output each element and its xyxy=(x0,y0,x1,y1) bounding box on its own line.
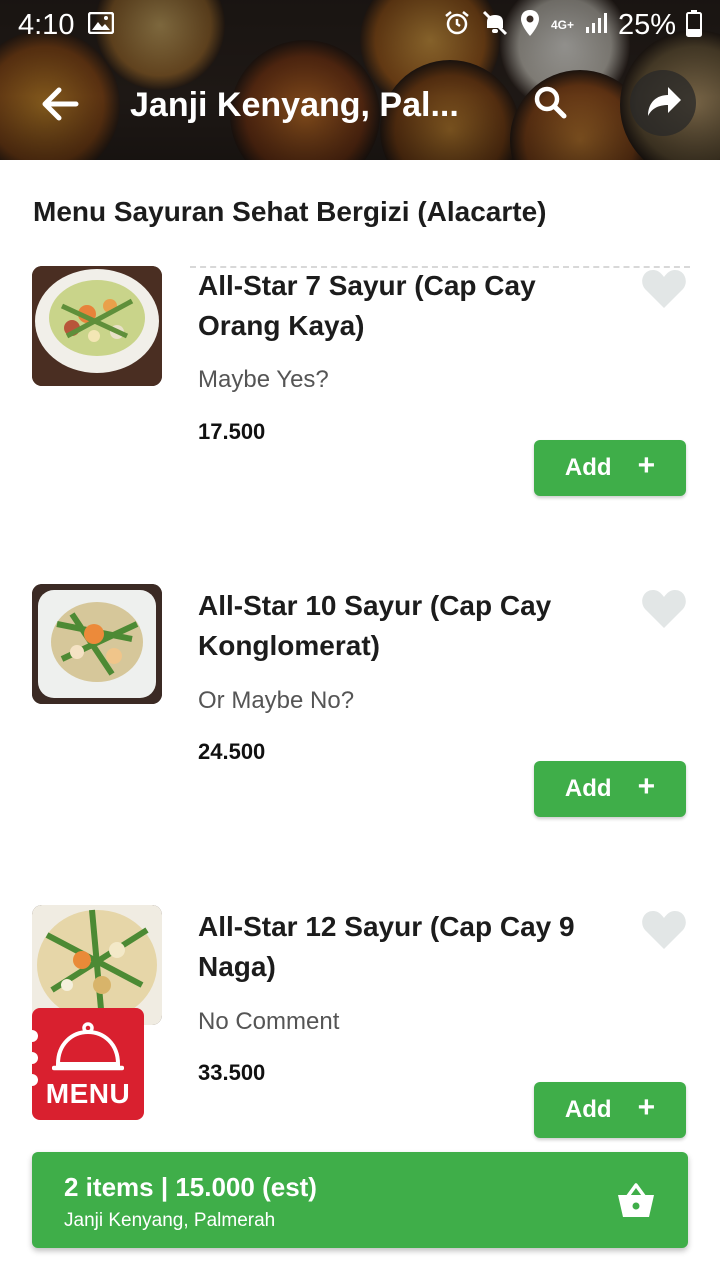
menu-item: All-Star 10 Sayur (Cap Cay Konglomerat) … xyxy=(0,584,720,874)
status-time: 4:10 xyxy=(18,8,75,41)
signal-icon xyxy=(584,11,608,40)
search-button[interactable] xyxy=(530,82,574,126)
item-name: All-Star 10 Sayur (Cap Cay Konglomerat) xyxy=(198,590,552,661)
heart-icon xyxy=(642,590,686,628)
alarm-icon xyxy=(443,9,471,42)
restaurant-header: 4:10 4G+ 25% Janji Kenyang, Pal... xyxy=(0,0,720,160)
menu-fab-label: MENU xyxy=(45,1078,131,1109)
location-icon xyxy=(519,9,541,42)
item-description: Or Maybe No? xyxy=(198,687,355,714)
item-description: No Comment xyxy=(198,1008,340,1035)
menu-fab-notch xyxy=(26,1030,38,1042)
add-button[interactable]: Add + xyxy=(534,1082,686,1138)
menu-fab-notch xyxy=(26,1074,38,1086)
add-button-label: Add xyxy=(564,775,612,802)
heart-icon xyxy=(642,911,686,949)
status-bar: 4:10 4G+ 25% xyxy=(0,0,720,50)
favorite-button[interactable] xyxy=(641,909,687,951)
share-icon xyxy=(648,87,681,116)
item-name: All-Star 7 Sayur (Cap Cay Orang Kaya) xyxy=(198,270,536,341)
item-price: 17.500 xyxy=(198,419,266,444)
item-name: All-Star 12 Sayur (Cap Cay 9 Naga) xyxy=(198,911,575,982)
plus-icon: + xyxy=(637,770,656,803)
item-description: Maybe Yes? xyxy=(198,366,329,393)
search-icon xyxy=(534,86,567,119)
cart-bar[interactable]: 2 items | 15.000 (est) Janji Kenyang, Pa… xyxy=(32,1152,688,1248)
gallery-icon xyxy=(88,11,115,39)
plus-icon: + xyxy=(637,1091,656,1124)
share-button[interactable] xyxy=(630,70,696,136)
menu-fab-button[interactable]: MENU xyxy=(26,1008,144,1120)
plus-icon: + xyxy=(637,449,656,482)
item-price: 24.500 xyxy=(198,739,266,764)
cloche-icon xyxy=(52,1022,124,1071)
add-button[interactable]: Add + xyxy=(534,761,686,817)
section-title: Menu Sayuran Sehat Bergizi (Alacarte) xyxy=(33,196,547,227)
network-type: 4G+ xyxy=(550,18,574,32)
app-bar: Janji Kenyang, Pal... xyxy=(0,60,720,150)
add-button-label: Add xyxy=(564,454,612,481)
basket-icon xyxy=(616,1180,656,1220)
add-button[interactable]: Add + xyxy=(534,440,686,496)
heart-icon xyxy=(642,270,686,308)
add-button-label: Add xyxy=(564,1096,612,1123)
section-divider xyxy=(190,266,690,268)
cart-restaurant-name: Janji Kenyang, Palmerah xyxy=(64,1210,276,1231)
back-arrow-icon xyxy=(42,87,79,121)
favorite-button[interactable] xyxy=(641,268,687,310)
favorite-button[interactable] xyxy=(641,588,687,630)
cart-summary: 2 items | 15.000 (est) xyxy=(64,1172,317,1202)
back-button[interactable] xyxy=(40,84,90,128)
menu-fab-notch xyxy=(26,1052,38,1064)
battery-percent: 25% xyxy=(617,8,676,41)
item-photo[interactable] xyxy=(32,905,162,1025)
item-price: 33.500 xyxy=(198,1060,266,1085)
battery-icon xyxy=(686,9,702,42)
mute-icon xyxy=(481,9,509,42)
menu-item: All-Star 7 Sayur (Cap Cay Orang Kaya) Ma… xyxy=(0,266,720,556)
item-photo[interactable] xyxy=(32,266,162,386)
item-photo[interactable] xyxy=(32,584,162,704)
page-title: Janji Kenyang, Pal... xyxy=(130,86,459,124)
